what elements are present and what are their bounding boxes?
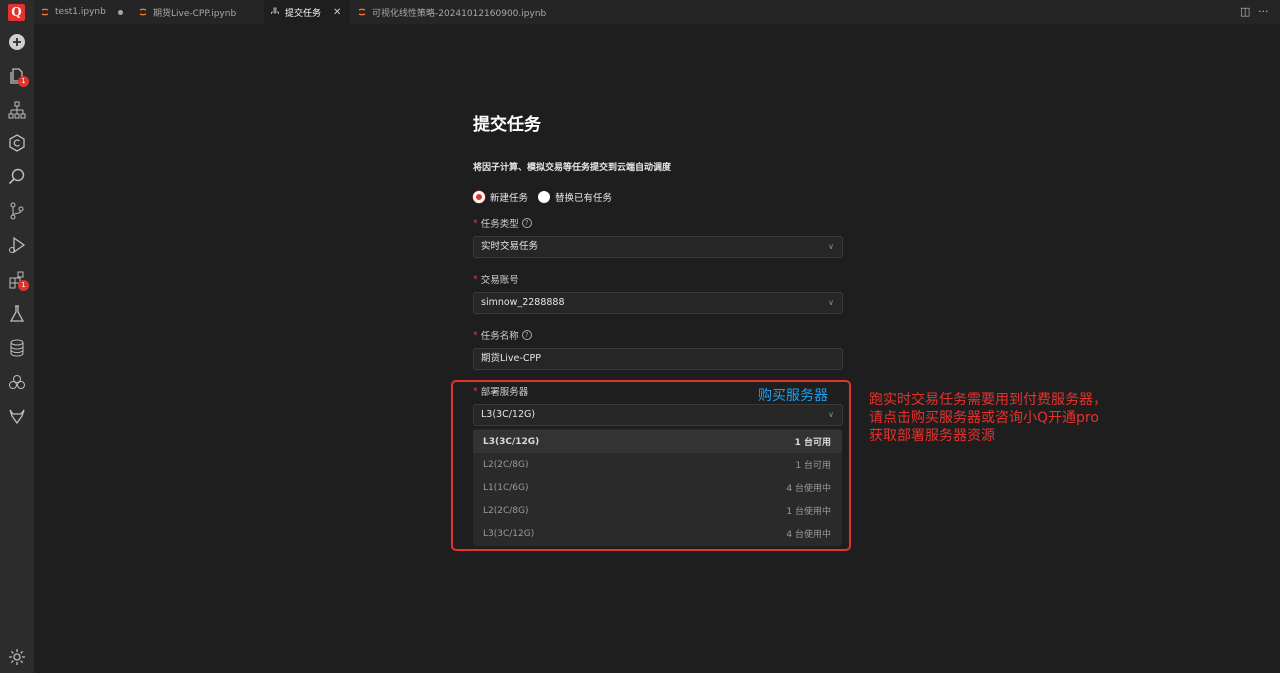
- tab-futures-live-cpp[interactable]: 期货Live-CPP.ipynb: [132, 0, 264, 24]
- task-name-input[interactable]: 期货Live-CPP: [473, 348, 843, 370]
- app-logo: Q: [8, 4, 25, 21]
- tab-visualization-strategy[interactable]: 可视化线性策略-20241012160900.ipynb: [351, 0, 571, 24]
- task-type-select[interactable]: 实时交易任务 ∨: [473, 236, 843, 258]
- sitemap-icon: [270, 7, 280, 17]
- activity-bar: Q 1 1: [0, 0, 34, 673]
- jupyter-icon: [357, 7, 367, 17]
- source-control-icon[interactable]: [7, 201, 27, 221]
- page-description: 将因子计算、模拟交易等任务提交到云端自动调度: [473, 163, 672, 173]
- annotation-note: 跑实时交易任务需要用到付费服务器， 请点击购买服务器或咨询小Q开通pro 获取部…: [869, 391, 1169, 445]
- modified-dot-icon: [117, 9, 123, 15]
- tab-submit-task[interactable]: 提交任务 ✕: [264, 0, 350, 24]
- flask-icon[interactable]: [7, 304, 27, 324]
- tab-label: 可视化线性策略-20241012160900.ipynb: [372, 8, 547, 19]
- annotation-line: 跑实时交易任务需要用到付费服务器，: [869, 392, 1107, 408]
- sitemap-icon[interactable]: [7, 100, 27, 120]
- add-icon[interactable]: [7, 32, 27, 52]
- radio-replace-task-label[interactable]: 替换已有任务: [555, 190, 612, 204]
- account-select[interactable]: simnow_2288888 ∨: [473, 292, 843, 314]
- page-title: 提交任务: [473, 115, 541, 135]
- radio-new-task-label[interactable]: 新建任务: [490, 190, 528, 204]
- task-name-label: * 任务名称 ?: [473, 328, 532, 342]
- task-type-value: 实时交易任务: [481, 241, 539, 252]
- close-icon[interactable]: ✕: [333, 7, 341, 18]
- search-icon[interactable]: [7, 167, 27, 187]
- gitlab-icon[interactable]: [7, 406, 27, 426]
- radio-replace-task[interactable]: [538, 191, 551, 203]
- settings-icon[interactable]: [7, 647, 27, 667]
- account-value: simnow_2288888: [481, 297, 565, 308]
- task-name-value: 期货Live-CPP: [481, 353, 541, 364]
- extensions-icon[interactable]: 1: [7, 270, 29, 291]
- tab-label: test1.ipynb: [55, 7, 106, 17]
- required-mark: *: [473, 329, 478, 341]
- tab-bar: test1.ipynb 期货Live-CPP.ipynb 提交任务 ✕ 可视化线…: [34, 0, 1280, 24]
- help-icon[interactable]: ?: [521, 218, 532, 228]
- required-mark: *: [473, 273, 478, 285]
- copyright-icon[interactable]: [7, 133, 27, 153]
- components-icon[interactable]: [7, 372, 27, 392]
- split-editor-icon[interactable]: ◫: [1240, 5, 1250, 18]
- run-debug-icon[interactable]: [7, 235, 27, 255]
- help-icon[interactable]: ?: [521, 330, 532, 340]
- chevron-down-icon: ∨: [828, 242, 834, 251]
- more-actions-icon[interactable]: ···: [1258, 5, 1269, 18]
- database-icon[interactable]: [7, 338, 27, 358]
- extensions-badge: 1: [18, 280, 29, 291]
- tab-label: 提交任务: [285, 8, 322, 19]
- tab-test1[interactable]: test1.ipynb: [34, 0, 129, 24]
- files-badge: 1: [18, 76, 29, 87]
- highlight-box: [451, 380, 851, 551]
- task-type-label: * 任务类型 ?: [473, 216, 532, 230]
- tab-label: 期货Live-CPP.ipynb: [153, 8, 237, 19]
- annotation-line: 请点击购买服务器或咨询小Q开通pro: [869, 410, 1099, 426]
- buy-server-link[interactable]: 购买服务器: [758, 385, 828, 405]
- required-mark: *: [473, 217, 478, 229]
- jupyter-icon: [40, 7, 50, 17]
- chevron-down-icon: ∨: [828, 298, 834, 307]
- task-mode-radio-group: 新建任务 替换已有任务: [473, 190, 612, 204]
- annotation-line: 获取部署服务器资源: [869, 428, 995, 444]
- account-label: * 交易账号: [473, 273, 519, 287]
- files-icon[interactable]: 1: [7, 66, 29, 87]
- jupyter-icon: [138, 7, 148, 17]
- radio-new-task[interactable]: [473, 191, 485, 203]
